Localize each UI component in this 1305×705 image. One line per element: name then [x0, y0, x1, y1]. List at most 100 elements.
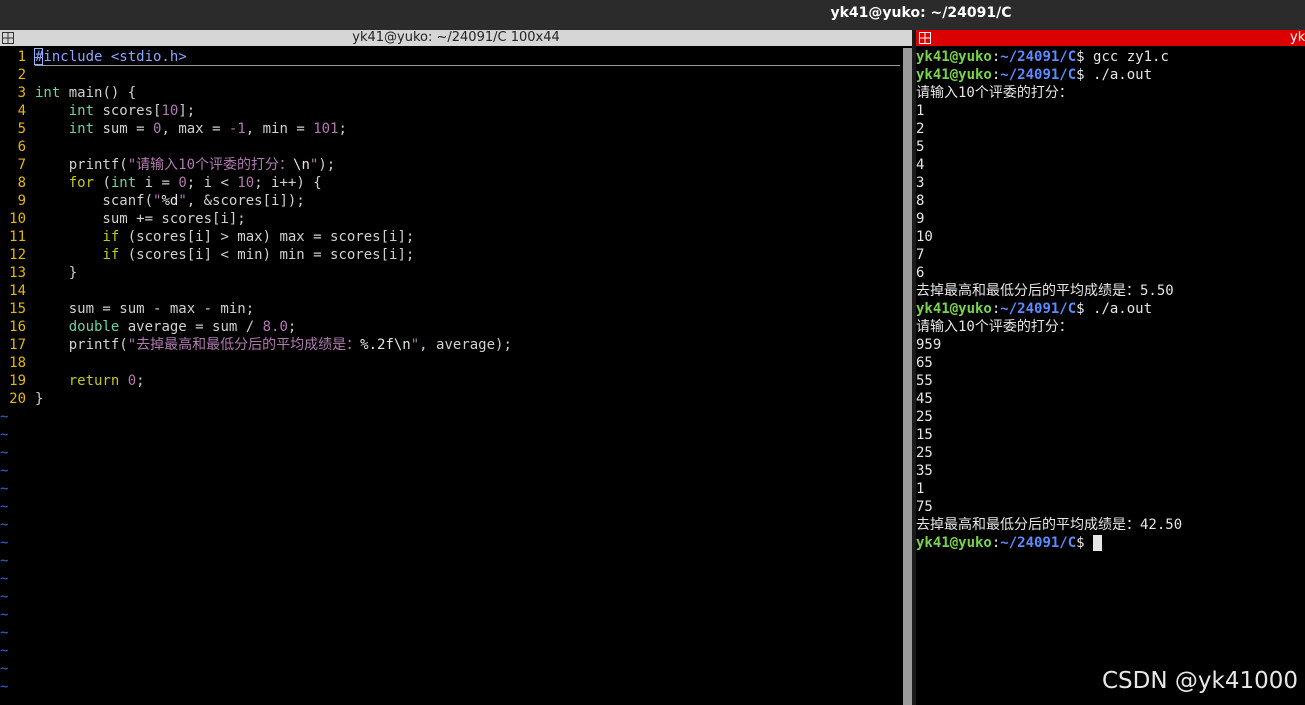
code-line[interactable]: 9 scanf("%d", &scores[i]);: [0, 192, 900, 210]
prompt-user: yk41@yuko: [916, 535, 992, 551]
code-line[interactable]: 5 int sum = 0, max = -1, min = 101;: [0, 120, 900, 138]
terminal-output-line: 959: [916, 336, 1305, 354]
terminal-prompt-line: yk41@yuko:~/24091/C$ gcc zy1.c: [916, 48, 1305, 66]
code-line[interactable]: 8 for (int i = 0; i < 10; i++) {: [0, 174, 900, 192]
output-text: 8: [916, 193, 925, 209]
terminal-output-line: 5: [916, 138, 1305, 156]
output-text: 959: [916, 337, 942, 353]
terminal-output-line: 去掉最高和最低分后的平均成绩是：42.50: [916, 516, 1305, 534]
line-number: 1: [17, 49, 26, 65]
code-line[interactable]: 1 #include <stdio.h>: [0, 48, 900, 66]
terminal-output-line: 35: [916, 462, 1305, 480]
code-line[interactable]: 13 }: [0, 264, 900, 282]
code-text: scanf("%d", &scores[i]);: [35, 193, 305, 209]
terminal-output-line: 15: [916, 426, 1305, 444]
output-text: 9: [916, 211, 925, 227]
terminal-output-line: 25: [916, 444, 1305, 462]
code-text: if (scores[i] > max) max = scores[i];: [102, 229, 415, 245]
code-line[interactable]: 15 sum = sum - max - min;: [0, 300, 900, 318]
code-line[interactable]: 12 if (scores[i] < min) min = scores[i];: [0, 246, 900, 264]
empty-line-tilde: ~: [0, 535, 9, 551]
terminal-cursor: [1093, 535, 1103, 551]
output-text: 15: [916, 427, 933, 443]
code-line[interactable]: 16 double average = sum / 8.0;: [0, 318, 900, 336]
code-line[interactable]: 7 printf("请输入10个评委的打分：\n");: [0, 156, 900, 174]
code-line[interactable]: 20}: [0, 390, 900, 408]
code-line[interactable]: 17 printf("去掉最高和最低分后的平均成绩是：%.2f\n", aver…: [0, 336, 900, 354]
left-pane-titlebar[interactable]: yk41@yuko: ~/24091/C 100x44: [0, 30, 912, 46]
terminal-output-line: 请输入10个评委的打分：: [916, 318, 1305, 336]
prompt-dollar: $: [1076, 535, 1094, 551]
prompt-path: ~/24091/C: [1000, 49, 1077, 65]
terminal-pane[interactable]: yk yk41@yuko:~/24091/C$ gcc zy1.c yk41@yu…: [916, 30, 1305, 705]
code-text: if (scores[i] < min) min = scores[i];: [102, 247, 415, 263]
left-pane-scrollbar[interactable]: [903, 48, 912, 705]
terminal-output-line: 65: [916, 354, 1305, 372]
terminal-output[interactable]: yk41@yuko:~/24091/C$ gcc zy1.c yk41@yuko:…: [916, 48, 1305, 552]
output-text: 10: [916, 229, 933, 245]
code-line[interactable]: 3 int main() {: [0, 84, 900, 102]
empty-line-tilde: ~: [0, 661, 9, 677]
empty-line-tilde: ~: [0, 517, 9, 533]
output-text: 4: [916, 157, 925, 173]
code-line[interactable]: 14: [0, 282, 900, 300]
output-text: 6: [916, 265, 925, 281]
output-text: 25: [916, 445, 933, 461]
right-pane-title: yk: [1290, 30, 1305, 45]
output-text: 1: [916, 481, 925, 497]
line-number: 2: [17, 67, 26, 83]
output-text: 3: [916, 175, 925, 191]
code-text: for (int i = 0; i < 10; i++) {: [68, 175, 322, 191]
command-text: gcc zy1.c: [1093, 49, 1169, 65]
empty-line-tilde: ~: [0, 607, 9, 623]
code-text: int sum = 0, max = -1, min = 101;: [68, 121, 347, 137]
vim-editor-pane[interactable]: yk41@yuko: ~/24091/C 100x44 1 #include <s…: [0, 30, 912, 705]
right-pane-titlebar[interactable]: yk: [916, 30, 1305, 46]
code-text: printf("去掉最高和最低分后的平均成绩是：%.2f\n", average…: [35, 337, 512, 353]
line-number: 11: [9, 229, 26, 245]
code-editor[interactable]: 1 #include <stdio.h> 2 3 int main() {4 int s…: [0, 48, 900, 705]
terminal-output-line: 7: [916, 246, 1305, 264]
window-titlebar: yk41@yuko: ~/24091/C: [0, 0, 1305, 30]
output-text: 去掉最高和最低分后的平均成绩是：42.50: [916, 517, 1183, 533]
line-number: 12: [9, 247, 26, 263]
terminal-output-line: 45: [916, 390, 1305, 408]
code-line[interactable]: 6: [0, 138, 900, 156]
empty-line-tilde: ~: [0, 589, 9, 605]
prompt-user: yk41@yuko: [916, 49, 992, 65]
output-text: 65: [916, 355, 933, 371]
code-line[interactable]: 18: [0, 354, 900, 372]
code-line[interactable]: 19 return 0;: [0, 372, 900, 390]
line-number: 4: [17, 103, 26, 119]
output-text: 请输入10个评委的打分：: [916, 85, 1073, 101]
terminal-output-line: 4: [916, 156, 1305, 174]
line-number: 15: [9, 301, 26, 317]
command-text: ./a.out: [1093, 301, 1153, 317]
empty-line-tilde: ~: [0, 409, 9, 425]
prompt-dollar: $: [1076, 49, 1094, 65]
empty-line-tilde: ~: [0, 463, 9, 479]
output-text: 7: [916, 247, 925, 263]
code-line[interactable]: 2: [0, 66, 900, 84]
terminal-prompt-line: yk41@yuko:~/24091/C$ ./a.out: [916, 300, 1305, 318]
line-number: 13: [9, 265, 26, 281]
empty-line-tilde: ~: [0, 679, 9, 695]
split-window-icon[interactable]: [919, 32, 931, 44]
terminal-output-line: 55: [916, 372, 1305, 390]
code-text: sum += scores[i];: [35, 211, 246, 227]
code-line[interactable]: 11 if (scores[i] > max) max = scores[i];: [0, 228, 900, 246]
line-number: 14: [9, 283, 26, 299]
terminal-output-line: 6: [916, 264, 1305, 282]
empty-line-tilde: ~: [0, 445, 9, 461]
line-number: 19: [9, 373, 26, 389]
code-text: printf("请输入10个评委的打分：\n");: [35, 157, 336, 173]
output-text: 1: [916, 103, 925, 119]
code-line[interactable]: 10 sum += scores[i];: [0, 210, 900, 228]
code-text: }: [35, 391, 44, 407]
code-line[interactable]: 4 int scores[10];: [0, 102, 900, 120]
terminal-output-line: 3: [916, 174, 1305, 192]
code-text: double average = sum / 8.0;: [68, 319, 297, 335]
output-text: 35: [916, 463, 933, 479]
code-text: #include <stdio.h>: [35, 49, 187, 65]
line-number: 5: [17, 121, 26, 137]
